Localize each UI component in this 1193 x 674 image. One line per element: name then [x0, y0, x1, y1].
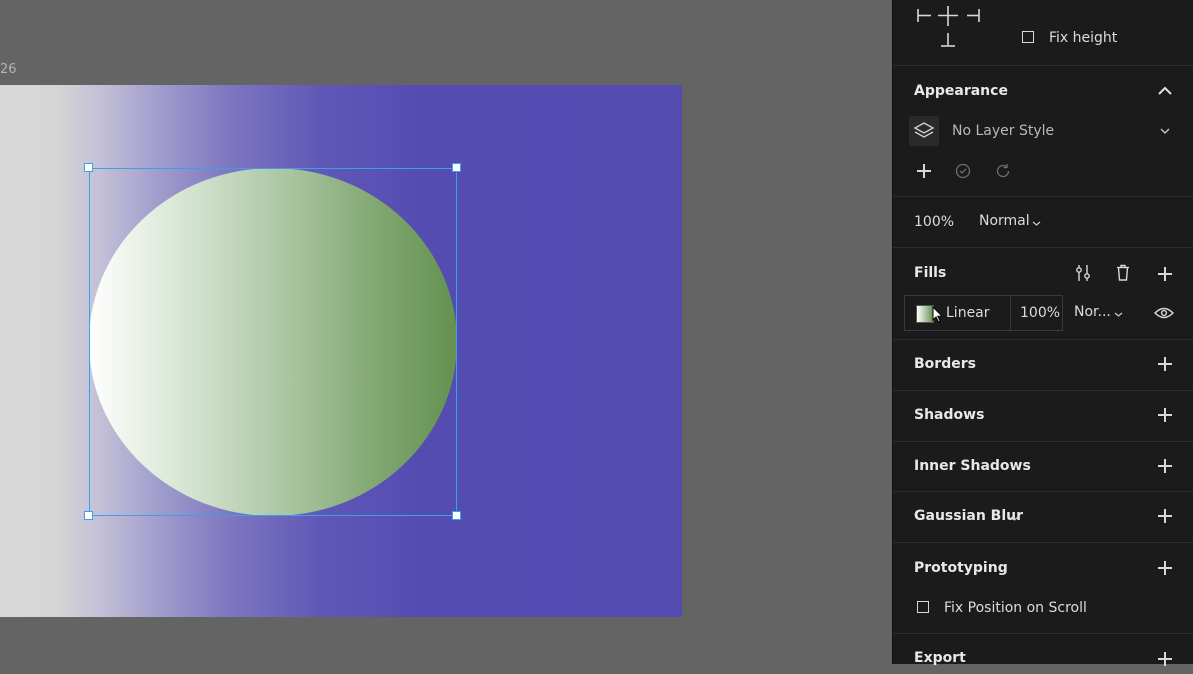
fill-settings-icon[interactable]	[1075, 264, 1091, 282]
fix-height-checkbox[interactable]	[1022, 31, 1034, 43]
add-fill-icon[interactable]	[1158, 267, 1172, 281]
resize-handle-bottom-left[interactable]	[84, 511, 93, 520]
fix-position-label: Fix Position on Scroll	[944, 600, 1087, 616]
blur-type-chevron-icon[interactable]	[1010, 516, 1019, 521]
artboard-label[interactable]: 26	[0, 62, 17, 77]
fill-blend-chevron-icon[interactable]	[1114, 312, 1123, 317]
add-prototype-icon[interactable]	[1158, 561, 1172, 575]
layer-style-icon	[909, 116, 939, 146]
prototyping-title: Prototyping	[914, 560, 1008, 576]
pin-constraints-widget[interactable]	[917, 6, 981, 50]
borders-title: Borders	[914, 356, 976, 372]
fills-title: Fills	[914, 265, 947, 281]
add-blur-icon[interactable]	[1158, 509, 1172, 523]
fills-section: Fills Linear 100% Nor...	[893, 248, 1193, 340]
export-section: Export	[893, 634, 1193, 674]
add-border-icon[interactable]	[1158, 357, 1172, 371]
resize-handle-top-right[interactable]	[452, 163, 461, 172]
resize-handle-top-left[interactable]	[84, 163, 93, 172]
shadows-title: Shadows	[914, 407, 985, 423]
gaussian-blur-title[interactable]: Gaussian Blur	[914, 508, 1023, 524]
resize-handle-bottom-right[interactable]	[452, 511, 461, 520]
fill-type-label[interactable]: Linear	[946, 305, 990, 321]
fill-visibility-eye-icon[interactable]	[1154, 307, 1174, 319]
resizing-section: Fix height	[893, 0, 1193, 66]
shadows-section: Shadows	[893, 391, 1193, 442]
borders-section: Borders	[893, 340, 1193, 391]
layer-opacity-section: 100% Normal	[893, 197, 1193, 248]
layer-style-chevron-icon[interactable]	[1160, 128, 1170, 134]
fill-row[interactable]: Linear 100%	[904, 295, 1063, 331]
gaussian-blur-section: Gaussian Blur	[893, 492, 1193, 543]
reset-style-icon[interactable]	[995, 163, 1011, 179]
add-style-icon[interactable]	[917, 164, 931, 178]
fix-position-checkbox[interactable]	[917, 601, 929, 613]
canvas[interactable]: 26	[0, 0, 892, 664]
appearance-title: Appearance	[914, 83, 1008, 99]
appearance-section: Appearance No Layer Style	[893, 66, 1193, 197]
layer-opacity-value[interactable]: 100%	[914, 214, 954, 230]
fill-blend-dropdown[interactable]: Nor...	[1074, 304, 1111, 320]
inner-shadows-section: Inner Shadows	[893, 442, 1193, 492]
inner-shadows-title: Inner Shadows	[914, 458, 1031, 474]
blend-mode-chevron-icon[interactable]	[1032, 221, 1041, 226]
fix-height-label: Fix height	[1049, 30, 1118, 46]
blend-mode-dropdown[interactable]: Normal	[979, 213, 1030, 229]
collapse-chevron-icon[interactable]	[1158, 86, 1172, 95]
add-inner-shadow-icon[interactable]	[1158, 459, 1172, 473]
mouse-cursor-icon	[932, 306, 943, 323]
apply-style-icon[interactable]	[955, 163, 971, 179]
prototyping-section: Prototyping Fix Position on Scroll	[893, 543, 1193, 634]
selection-box[interactable]	[89, 168, 457, 516]
layer-style-dropdown[interactable]: No Layer Style	[952, 123, 1054, 139]
fill-opacity-value[interactable]: 100%	[1020, 305, 1060, 321]
fill-row-divider	[1010, 296, 1011, 330]
delete-fill-icon[interactable]	[1116, 264, 1130, 281]
add-shadow-icon[interactable]	[1158, 408, 1172, 422]
inspector-panel: Fix height Appearance No Layer Style 100…	[892, 0, 1193, 666]
